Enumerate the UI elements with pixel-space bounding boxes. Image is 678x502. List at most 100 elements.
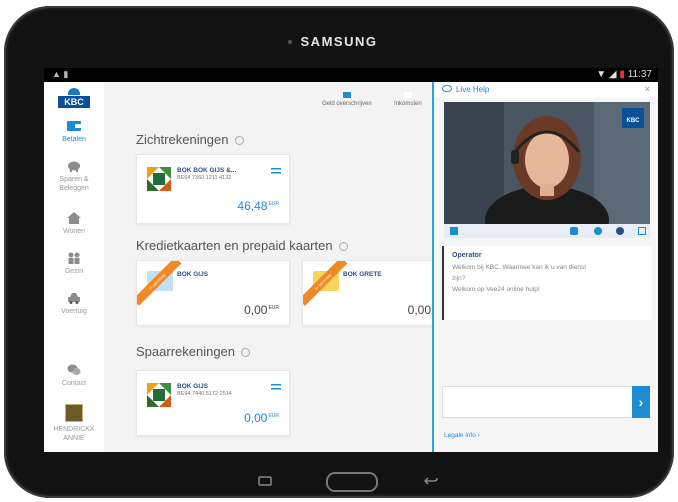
agent-video-frame [444,102,650,224]
kbc-app: KBC Betalen Sparen & Beleggen Wonen Gezi… [44,82,658,452]
toolbar: Geld overschrijven Inkomsten [104,82,432,118]
section-title-spaarrekeningen: Spaarrekeningen [136,344,251,359]
credit-card-card[interactable]: in aanvraag BOK GRETE 0,00 [302,260,432,326]
info-icon[interactable] [234,136,244,146]
legal-info-link[interactable]: Legale info › [444,432,480,439]
sidebar-item-label: HENDRICKX ANNIE [53,426,95,442]
chat-message-line: Welkom op Vee24 online hulp! [452,286,540,293]
live-help-title: Live Help [456,85,490,94]
balance-value: 0,00 [244,411,268,425]
sidebar-item-contact[interactable]: Contact [44,364,104,388]
tablet-screen: ▲ ▮ ▼ ◢ ▮ 11:37 KBC Betalen Sparen & Bel… [44,68,658,452]
income-icon [403,92,412,98]
chat-bubble-icon [442,85,452,93]
video-controls [444,224,650,238]
status-ribbon: in aanvraag [303,261,348,306]
close-icon[interactable]: × [645,84,650,94]
sidebar-item-voertuig[interactable]: Voertuig [44,292,104,316]
device-brand: SAMSUNG [300,34,378,49]
transfer-icon [342,92,351,98]
signal-icon: ◢ [608,69,617,80]
sidebar-item-label: Sparen & Beleggen [59,176,89,192]
notification-icons: ▲ ▮ [52,69,69,79]
chat-messages: Operator Welkom bij KBC. Waarmee kan ik … [442,246,652,320]
fullscreen-icon[interactable] [638,227,646,235]
sidebar-item-label: Wonen [62,228,86,235]
savings-card[interactable]: BOK GIJS BE94 7440 5172 2514 0,00EUR [136,370,290,436]
screen-share-icon[interactable] [450,227,458,235]
live-help-panel: Live Help × KBC Operator Welkom bij KBC.… [432,82,658,452]
battery-icon: ▮ [619,69,625,80]
account-name: BOK GIJS [177,383,209,390]
transfer-label: Geld overschrijven [322,101,372,107]
volume-icon[interactable] [570,227,578,235]
chevron-right-icon: › [477,432,480,439]
house-icon [67,212,81,224]
sidebar-item-profile[interactable]: HENDRICKX ANNIE [44,404,104,443]
kbc-logo-mark [68,88,80,95]
status-right: ▼ ◢ ▮ 11:37 [596,68,652,82]
currency-label: EUR [268,305,279,311]
recent-apps-icon[interactable] [258,476,272,486]
kbc-logo[interactable]: KBC [58,88,90,110]
transfer-money-button[interactable]: Geld overschrijven [322,92,372,107]
account-card[interactable]: BOK BOK GIJS &... BE64 7360 1211 4132 46… [136,154,290,224]
sidebar: KBC Betalen Sparen & Beleggen Wonen Gezi… [44,82,105,452]
income-label: Inkomsten [394,101,422,107]
transfer-arrows-icon[interactable] [271,167,281,175]
section-title-text: Zichtrekeningen [136,132,229,147]
balance-value: 46,48 [237,199,268,213]
sidebar-item-gezin[interactable]: Gezin [44,252,104,276]
agent-profile-icon[interactable] [616,227,624,235]
agent-video: KBC [444,102,650,224]
section-title-zichtrekeningen: Zichtrekeningen [136,132,244,147]
credit-card-card[interactable]: in aanvraag BOK GIJS 0,00EUR [136,260,290,326]
status-ribbon: in aanvraag [137,261,182,306]
account-iban: BE64 7360 1211 4132 [177,175,232,181]
section-title-kredietkaarten: Kredietkaarten en prepaid kaarten [136,238,348,253]
sidebar-item-wonen[interactable]: Wonen [44,212,104,236]
live-help-header: Live Help × [434,82,658,98]
sidebar-item-label: Voertuig [61,308,87,315]
section-title-text: Spaarrekeningen [136,344,236,359]
sidebar-item-label: Betalen [62,136,86,143]
user-avatar-icon [65,404,83,422]
info-icon[interactable] [241,348,251,358]
car-icon [68,293,80,304]
sidebar-item-label: Gezin [64,268,84,275]
card-balance: 0,00EUR [244,303,279,317]
chat-message-line: zijn? [452,275,466,282]
main-content: Geld overschrijven Inkomsten Zichtrekeni… [104,82,432,452]
legal-info-label: Legale info [444,432,476,439]
piggy-bank-icon [68,161,80,172]
wallet-icon [67,121,81,131]
microphone-icon[interactable] [594,227,602,235]
kbc-logo-text: KBC [58,96,90,108]
income-button[interactable]: Inkomsten [394,92,422,107]
chat-message-line: Welkom bij KBC. Waarmee kan ik u van die… [452,264,587,271]
sidebar-item-label: Contact [61,380,87,387]
info-icon[interactable] [338,242,348,252]
account-name: BOK BOK GIJS &... [177,167,237,174]
card-holder-name: BOK GIJS [177,271,209,278]
balance-value: 0,00 [407,303,431,317]
chat-icon [67,364,81,375]
balance-value: 0,00 [244,303,268,317]
account-thumbnail-icon [147,167,171,191]
wifi-icon: ▼ [596,69,607,80]
video-kbc-logo: KBC [622,108,644,128]
back-icon[interactable] [424,476,438,486]
operator-label: Operator [452,252,482,259]
section-title-text: Kredietkaarten en prepaid kaarten [136,238,333,253]
transfer-arrows-icon[interactable] [271,383,281,391]
sidebar-item-betalen[interactable]: Betalen [44,120,104,144]
sidebar-item-sparen[interactable]: Sparen & Beleggen [44,160,104,193]
card-holder-name: BOK GRETE [343,271,382,278]
send-button[interactable]: › [632,386,650,418]
status-bar: ▲ ▮ ▼ ◢ ▮ 11:37 [44,68,658,82]
card-balance: 0,00 [408,303,431,317]
chat-input[interactable] [442,386,633,418]
account-balance: 46,48EUR [237,199,279,213]
clock: 11:37 [627,69,652,80]
home-button[interactable] [326,472,378,492]
